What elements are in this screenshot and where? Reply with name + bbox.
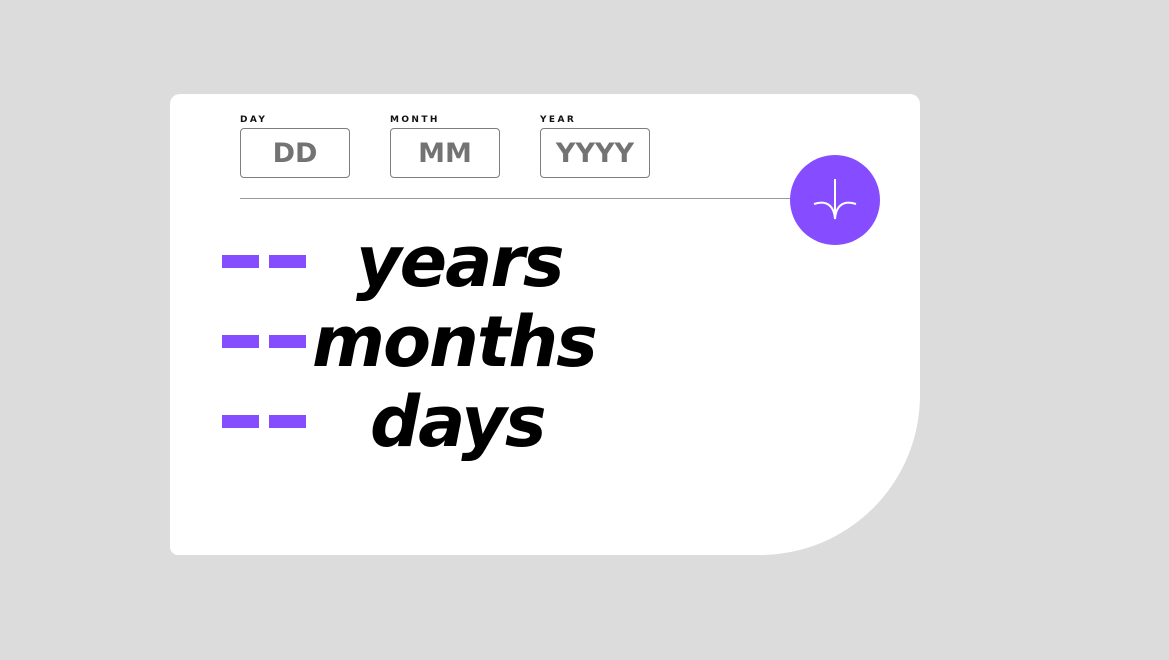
year-input[interactable] bbox=[540, 128, 650, 178]
year-label: YEAR bbox=[540, 115, 577, 125]
month-input[interactable] bbox=[390, 128, 500, 178]
day-input[interactable] bbox=[240, 128, 350, 178]
divider bbox=[240, 198, 800, 199]
days-label: days bbox=[370, 381, 546, 463]
years-dash-2 bbox=[269, 255, 306, 268]
months-value: -- bbox=[220, 302, 310, 382]
months-dash-1 bbox=[222, 335, 259, 348]
months-dash-2 bbox=[269, 335, 306, 348]
month-field: MONTH bbox=[390, 116, 500, 178]
years-dash-1 bbox=[222, 255, 259, 268]
day-label: DAY bbox=[240, 115, 268, 125]
day-field: DAY bbox=[240, 116, 350, 178]
months-label: months bbox=[312, 301, 598, 383]
arrow-down-icon bbox=[813, 179, 857, 220]
years-label: years bbox=[356, 221, 565, 303]
years-result: -- years bbox=[220, 222, 820, 302]
years-value: -- bbox=[220, 222, 310, 302]
months-result: -- months bbox=[220, 302, 820, 382]
days-dash-1 bbox=[222, 415, 259, 428]
age-calculator-card: DAY MONTH YEAR -- years -- months bbox=[170, 94, 920, 555]
days-dash-2 bbox=[269, 415, 306, 428]
days-result: -- days bbox=[220, 382, 820, 462]
days-value: -- bbox=[220, 382, 310, 462]
month-label: MONTH bbox=[390, 115, 440, 125]
year-field: YEAR bbox=[540, 116, 650, 178]
